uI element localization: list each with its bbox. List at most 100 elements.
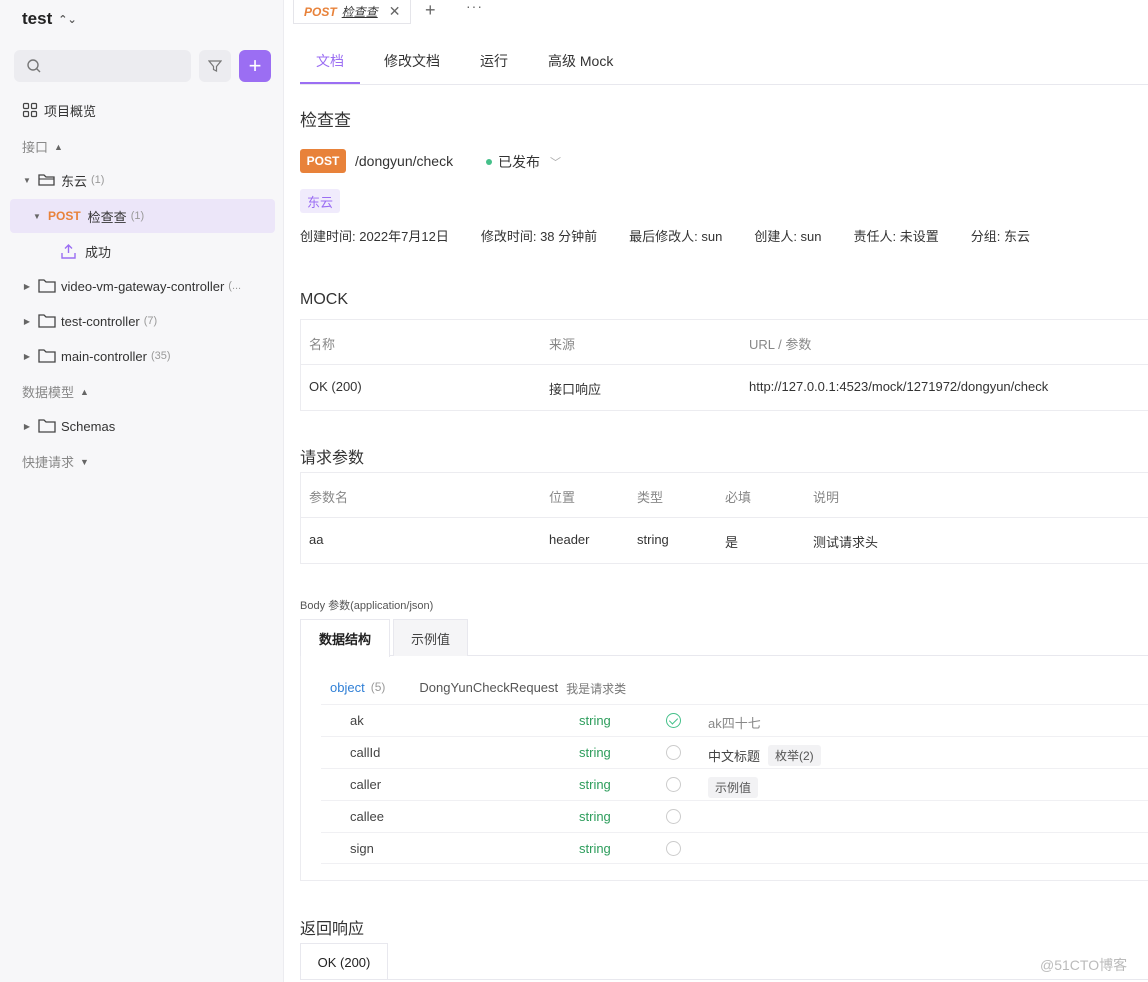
folder-icon xyxy=(38,314,56,328)
sidebar-folder-main[interactable]: ▶ main-controller (35) xyxy=(22,339,275,373)
tab-edit-doc[interactable]: 修改文档 xyxy=(384,51,440,71)
sidebar-folder-test[interactable]: ▶ test-controller (7) xyxy=(22,304,275,338)
schema-field: callee string xyxy=(321,800,1148,832)
project-switcher[interactable]: test ⌃⌄ xyxy=(22,9,77,29)
section-label: 接口 xyxy=(22,140,49,155)
params-heading: 请求参数 xyxy=(300,450,365,467)
method-label: POST xyxy=(48,209,81,223)
desc-text: 中文标题 xyxy=(708,749,761,764)
tab-run[interactable]: 运行 xyxy=(480,51,508,71)
field-desc: 中文标题 枚举(2) xyxy=(708,745,821,766)
sidebar-item-api-check[interactable]: ▼ POST 检查查 (1) xyxy=(10,199,275,233)
sidebar-folder-video[interactable]: ▶ video-vm-gateway-controller (... xyxy=(22,269,275,303)
field-name: sign xyxy=(350,841,374,856)
section-label: 数据模型 xyxy=(22,385,75,400)
param-name: aa xyxy=(309,532,324,547)
folder-icon xyxy=(38,419,56,433)
mock-source: 接口响应 xyxy=(549,382,602,397)
section-api[interactable]: 接口 ▲ xyxy=(22,137,63,156)
param-desc: 测试请求头 xyxy=(813,535,879,550)
api-title: 检查查 xyxy=(300,111,351,130)
folder-count: (7) xyxy=(143,315,158,327)
param-position: header xyxy=(549,532,590,547)
col-url: URL / 参数 xyxy=(749,337,812,352)
body-tabs: 数据结构 示例值 xyxy=(300,619,1148,657)
params-table: 参数名 位置 类型 必填 说明 aa header string 是 测试请求头 xyxy=(300,472,1148,564)
tab-response-ok[interactable]: OK (200) xyxy=(300,943,388,980)
chevron-up-icon: ▲ xyxy=(54,141,63,152)
tab-method: POST xyxy=(304,4,337,19)
field-type: string xyxy=(579,745,611,760)
group-tag: 东云 xyxy=(300,189,341,213)
add-tab-button[interactable]: + xyxy=(425,0,436,21)
grid-icon xyxy=(22,102,38,118)
close-icon[interactable]: ✕ xyxy=(389,3,401,20)
case-icon xyxy=(61,243,76,259)
api-label: 检查查 xyxy=(87,209,127,225)
meta-last-editor: 最后修改人: sun xyxy=(629,229,723,244)
sidebar-folder-dongyun[interactable]: ▼ 东云 (1) xyxy=(22,163,275,197)
field-name: ak xyxy=(350,713,364,728)
sidebar-item-label: 项目概览 xyxy=(44,103,97,119)
optional-circle-icon xyxy=(666,745,681,760)
col-param-name: 参数名 xyxy=(309,490,349,505)
add-button[interactable]: + xyxy=(239,50,271,82)
sidebar-item-overview[interactable]: 项目概览 xyxy=(22,93,275,127)
tab-advanced-mock[interactable]: 高级 Mock xyxy=(548,51,613,71)
col-type: 类型 xyxy=(637,490,664,505)
tab-doc[interactable]: 文档 xyxy=(316,51,344,71)
optional-circle-icon xyxy=(666,841,681,856)
tab-example[interactable]: 示例值 xyxy=(393,619,468,656)
response-heading: 返回响应 xyxy=(300,921,365,938)
body-label: Body 参数(application/json) xyxy=(300,600,434,612)
mock-url-link[interactable]: http://127.0.0.1:4523/mock/1271972/dongy… xyxy=(749,379,1048,394)
sidebar: test ⌃⌄ + 项目概览 接口 ▲ ▼ 东云 (1) ▼ POST 检查查 (… xyxy=(0,0,284,982)
tab-data-structure[interactable]: 数据结构 xyxy=(300,619,390,657)
project-name: test xyxy=(22,9,53,28)
status-dropdown[interactable]: 已发布 ﹀ xyxy=(486,152,561,172)
root-desc: 我是请求类 xyxy=(566,682,627,696)
field-type: string xyxy=(579,809,611,824)
meta-created: 创建时间: 2022年7月12日 xyxy=(300,229,449,244)
enum-chip[interactable]: 枚举(2) xyxy=(768,745,821,766)
tab-api-check[interactable]: POST 检查查 ✕ xyxy=(293,0,411,24)
chevron-down-icon: ﹀ xyxy=(550,157,561,169)
section-models[interactable]: 数据模型 ▲ xyxy=(22,382,89,401)
schema-root[interactable]: object (5) DongYunCheckRequest 我是请求类 xyxy=(330,680,626,697)
folder-open-icon xyxy=(38,174,55,186)
section-quick[interactable]: 快捷请求 ▼ xyxy=(22,452,89,471)
watermark: @51CTO博客 xyxy=(1040,957,1128,973)
tab-title: 检查查 xyxy=(341,5,378,19)
more-icon[interactable]: ··· xyxy=(466,0,483,14)
schema-field: ak string ak四十七 xyxy=(321,704,1148,736)
schema-field: caller string 示例值 xyxy=(321,768,1148,800)
caret-right-icon: ▶ xyxy=(23,316,31,326)
folder-icon xyxy=(38,349,56,363)
meta-group: 分组: 东云 xyxy=(970,229,1030,244)
filter-button[interactable] xyxy=(199,50,231,82)
mock-heading: MOCK xyxy=(300,291,348,308)
mock-table: 名称 来源 URL / 参数 OK (200) 接口响应 http://127.… xyxy=(300,319,1148,411)
tab-bar: POST 检查查 ✕ + ··· xyxy=(284,0,1148,24)
folder-label: test-controller xyxy=(61,313,140,329)
field-name: callId xyxy=(350,745,381,760)
col-desc: 说明 xyxy=(813,490,840,505)
search-input[interactable] xyxy=(14,50,191,82)
sidebar-folder-schemas[interactable]: ▶ Schemas xyxy=(22,409,275,443)
switch-icon: ⌃⌄ xyxy=(58,13,77,26)
caret-right-icon: ▶ xyxy=(23,281,31,291)
sidebar-item-case-success[interactable]: 成功 xyxy=(60,234,275,268)
folder-label: Schemas xyxy=(61,418,116,434)
root-type: object xyxy=(330,680,365,695)
col-position: 位置 xyxy=(549,490,576,505)
schema-field: sign string xyxy=(321,832,1148,864)
schema-tree: object (5) DongYunCheckRequest 我是请求类 ak … xyxy=(300,656,1148,881)
folder-icon xyxy=(38,279,56,293)
caret-right-icon: ▶ xyxy=(23,351,31,361)
active-tab-indicator xyxy=(300,82,360,84)
folder-count: (... xyxy=(228,280,242,292)
chevron-up-icon: ▲ xyxy=(80,386,89,397)
table-row: OK (200) 接口响应 http://127.0.0.1:4523/mock… xyxy=(301,365,1148,410)
mock-name: OK (200) xyxy=(309,379,362,394)
example-chip[interactable]: 示例值 xyxy=(708,777,759,798)
